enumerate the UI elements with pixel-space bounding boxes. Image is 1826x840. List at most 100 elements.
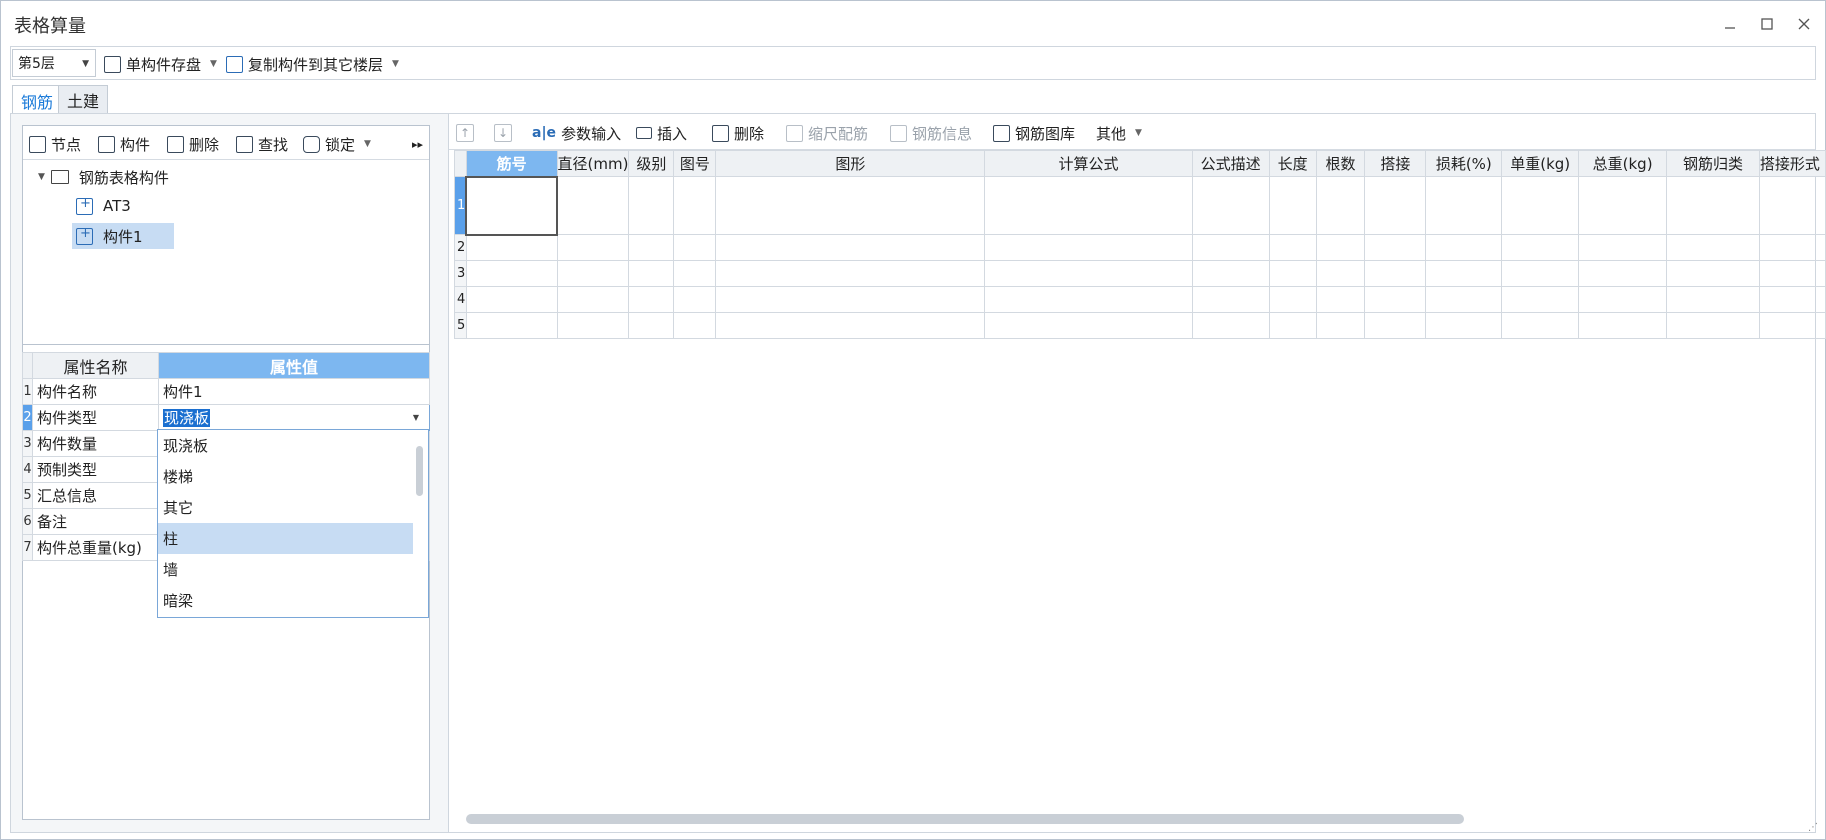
grid-cell[interactable]: [715, 260, 986, 287]
find-button[interactable]: 查找: [236, 133, 288, 155]
grid-cell[interactable]: [984, 234, 1193, 261]
grid-cell[interactable]: [465, 312, 558, 339]
grid-cell[interactable]: [984, 286, 1193, 313]
tree-item-at3[interactable]: AT3: [72, 193, 172, 219]
dropdown-option[interactable]: 楼梯: [158, 461, 413, 492]
grid-cell[interactable]: [556, 234, 630, 261]
grid-cell[interactable]: [1315, 312, 1366, 339]
tree-root[interactable]: ▼ 钢筋表格构件: [38, 164, 169, 190]
grid-cell[interactable]: [984, 176, 1193, 235]
grid-cell[interactable]: [1758, 234, 1826, 261]
grid-cell[interactable]: [673, 234, 717, 261]
grid-cell[interactable]: [1578, 286, 1668, 313]
insert-button[interactable]: 插入: [636, 121, 687, 145]
grid-cell[interactable]: [1501, 312, 1580, 339]
close-icon[interactable]: [1792, 12, 1816, 36]
grid-cell[interactable]: [984, 260, 1193, 287]
grid-cell[interactable]: [556, 176, 630, 235]
grid-cell[interactable]: [1315, 234, 1366, 261]
tab-rebar[interactable]: 钢筋: [12, 85, 63, 115]
other-menu-button[interactable]: 其他 ▼: [1096, 121, 1142, 145]
grid-cell[interactable]: [1578, 234, 1668, 261]
more-button[interactable]: ▸▸: [412, 133, 423, 155]
grid-cell[interactable]: [628, 312, 675, 339]
grid-cell[interactable]: [1425, 260, 1503, 287]
rebar-library-button[interactable]: 钢筋图库: [993, 121, 1075, 145]
grid-cell[interactable]: [1268, 286, 1317, 313]
grid-cell[interactable]: [1364, 234, 1427, 261]
lock-button[interactable]: 锁定 ▼: [303, 133, 371, 155]
dropdown-option[interactable]: 现浇板: [158, 430, 413, 461]
grid-cell[interactable]: [1364, 286, 1427, 313]
grid-cell[interactable]: [628, 176, 675, 235]
move-up-button[interactable]: ↑: [456, 121, 474, 145]
grid-cell[interactable]: [1425, 312, 1503, 339]
dropdown-option[interactable]: 墙: [158, 554, 413, 585]
grid-cell[interactable]: [1666, 312, 1760, 339]
grid-cell[interactable]: [1578, 260, 1668, 287]
grid-cell[interactable]: [673, 176, 717, 235]
collapse-icon[interactable]: ▼: [38, 172, 45, 182]
grid-cell[interactable]: [1501, 176, 1580, 235]
grid-cell[interactable]: [1315, 176, 1366, 235]
chevron-down-icon[interactable]: ▼: [413, 413, 419, 422]
grid-cell[interactable]: [1501, 234, 1580, 261]
dropdown-option[interactable]: 暗梁: [158, 585, 413, 616]
grid-cell[interactable]: [1191, 286, 1270, 313]
grid-cell[interactable]: [1364, 312, 1427, 339]
maximize-icon[interactable]: [1755, 12, 1779, 36]
grid-cell[interactable]: [1191, 260, 1270, 287]
grid-cell[interactable]: [715, 234, 986, 261]
grid-cell[interactable]: [1666, 260, 1760, 287]
save-component-button[interactable]: 单构件存盘 ▼: [104, 52, 217, 76]
grid-cell[interactable]: [715, 286, 986, 313]
grid-cell[interactable]: [1666, 234, 1760, 261]
minimize-icon[interactable]: [1718, 12, 1742, 36]
grid-cell[interactable]: [1758, 176, 1826, 235]
tree-item-component1[interactable]: 构件1: [72, 223, 174, 249]
grid-cell[interactable]: [1578, 176, 1668, 235]
scale-rebar-button[interactable]: 缩尺配筋: [786, 121, 868, 145]
grid-cell[interactable]: [1425, 176, 1503, 235]
grid-cell[interactable]: [673, 260, 717, 287]
grid-cell[interactable]: [1364, 260, 1427, 287]
grid-cell[interactable]: [715, 312, 986, 339]
chevron-down-icon[interactable]: ▼: [392, 59, 399, 69]
grid-cell[interactable]: [1501, 260, 1580, 287]
delete-component-button[interactable]: 删除: [167, 133, 219, 155]
grid-cell[interactable]: [465, 286, 558, 313]
delete-row-button[interactable]: 删除: [712, 121, 764, 145]
property-value[interactable]: 构件1: [158, 378, 430, 405]
node-button[interactable]: 节点: [29, 133, 81, 155]
chevron-down-icon[interactable]: ▼: [210, 59, 217, 69]
grid-cell[interactable]: [628, 234, 675, 261]
move-down-button[interactable]: ↓: [494, 121, 512, 145]
resize-grip-icon[interactable]: ⋰: [1808, 822, 1818, 833]
grid-cell[interactable]: [1758, 312, 1826, 339]
grid-cell[interactable]: [556, 286, 630, 313]
grid-cell[interactable]: [715, 176, 986, 235]
param-input-button[interactable]: a|e 参数输入: [532, 121, 621, 145]
component-type-select[interactable]: 现浇板 ▼: [158, 404, 430, 431]
floor-select[interactable]: 第5层 ▼: [12, 49, 96, 77]
grid-cell[interactable]: [1758, 260, 1826, 287]
grid-cell[interactable]: [673, 286, 717, 313]
component-button[interactable]: 构件: [98, 133, 150, 155]
tab-civil[interactable]: 土建: [58, 85, 109, 114]
grid-cell[interactable]: [628, 286, 675, 313]
grid-cell[interactable]: [628, 260, 675, 287]
grid-cell[interactable]: [1315, 286, 1366, 313]
dropdown-scrollbar[interactable]: [416, 446, 423, 496]
grid-cell[interactable]: [1364, 176, 1427, 235]
grid-cell[interactable]: [673, 312, 717, 339]
chevron-down-icon[interactable]: ▼: [364, 139, 371, 149]
grid-cell[interactable]: [1191, 176, 1270, 235]
grid-cell[interactable]: [1425, 286, 1503, 313]
grid-cell[interactable]: [984, 312, 1193, 339]
grid-cell[interactable]: [1268, 176, 1317, 235]
grid-cell[interactable]: [1758, 286, 1826, 313]
grid-cell[interactable]: [1578, 312, 1668, 339]
grid-cell[interactable]: [1501, 286, 1580, 313]
grid-cell[interactable]: [465, 234, 558, 261]
grid-cell[interactable]: [1666, 176, 1760, 235]
